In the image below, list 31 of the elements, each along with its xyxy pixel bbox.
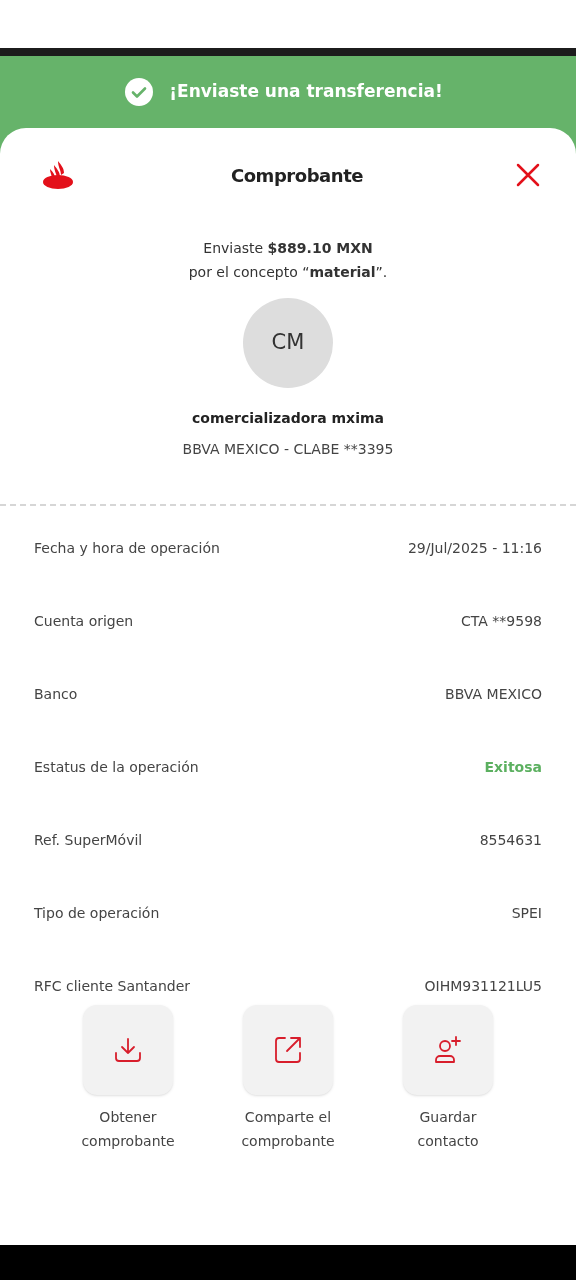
detail-value: BBVA MEXICO bbox=[445, 685, 542, 704]
detail-value: Exitosa bbox=[484, 758, 542, 777]
add-contact-icon bbox=[433, 1035, 463, 1065]
detail-label: Fecha y hora de operación bbox=[34, 539, 220, 558]
header-title: Comprobante bbox=[229, 163, 365, 188]
detail-label: Cuenta origen bbox=[34, 612, 134, 631]
download-icon bbox=[113, 1035, 143, 1065]
action-label: Comparte el comprobante bbox=[241, 1108, 335, 1151]
concept-text: por el concepto “material”. bbox=[188, 263, 388, 282]
share-icon bbox=[273, 1035, 303, 1065]
detail-value: OIHM931121LU5 bbox=[424, 977, 542, 996]
recipient-account: BBVA MEXICO - CLABE **3395 bbox=[182, 440, 394, 459]
recipient-name: comercializadora mxima bbox=[192, 409, 384, 428]
flame-logo-icon bbox=[42, 161, 74, 189]
detail-value: SPEI bbox=[511, 904, 542, 923]
amount-text: Enviaste $889.10 MXN bbox=[203, 239, 373, 258]
detail-value: 29/Jul/2025 - 11:16 bbox=[407, 539, 542, 558]
action-label: Guardar contacto bbox=[417, 1108, 479, 1151]
detail-label: RFC cliente Santander bbox=[34, 977, 191, 996]
banner-text: ¡Enviaste una transferencia! bbox=[169, 80, 443, 104]
detail-label: Banco bbox=[34, 685, 78, 704]
detail-label: Tipo de operación bbox=[34, 904, 160, 923]
action-button[interactable] bbox=[403, 1005, 493, 1095]
detail-value: 8554631 bbox=[479, 831, 542, 850]
action-label: Obtener comprobante bbox=[81, 1108, 175, 1151]
detail-value: CTA **9598 bbox=[461, 612, 542, 631]
detail-label: Ref. SuperMóvil bbox=[34, 831, 143, 850]
detail-label: Estatus de la operación bbox=[34, 758, 199, 777]
check-icon bbox=[125, 78, 154, 106]
avatar: CM bbox=[243, 298, 333, 388]
action-button[interactable] bbox=[243, 1005, 333, 1095]
